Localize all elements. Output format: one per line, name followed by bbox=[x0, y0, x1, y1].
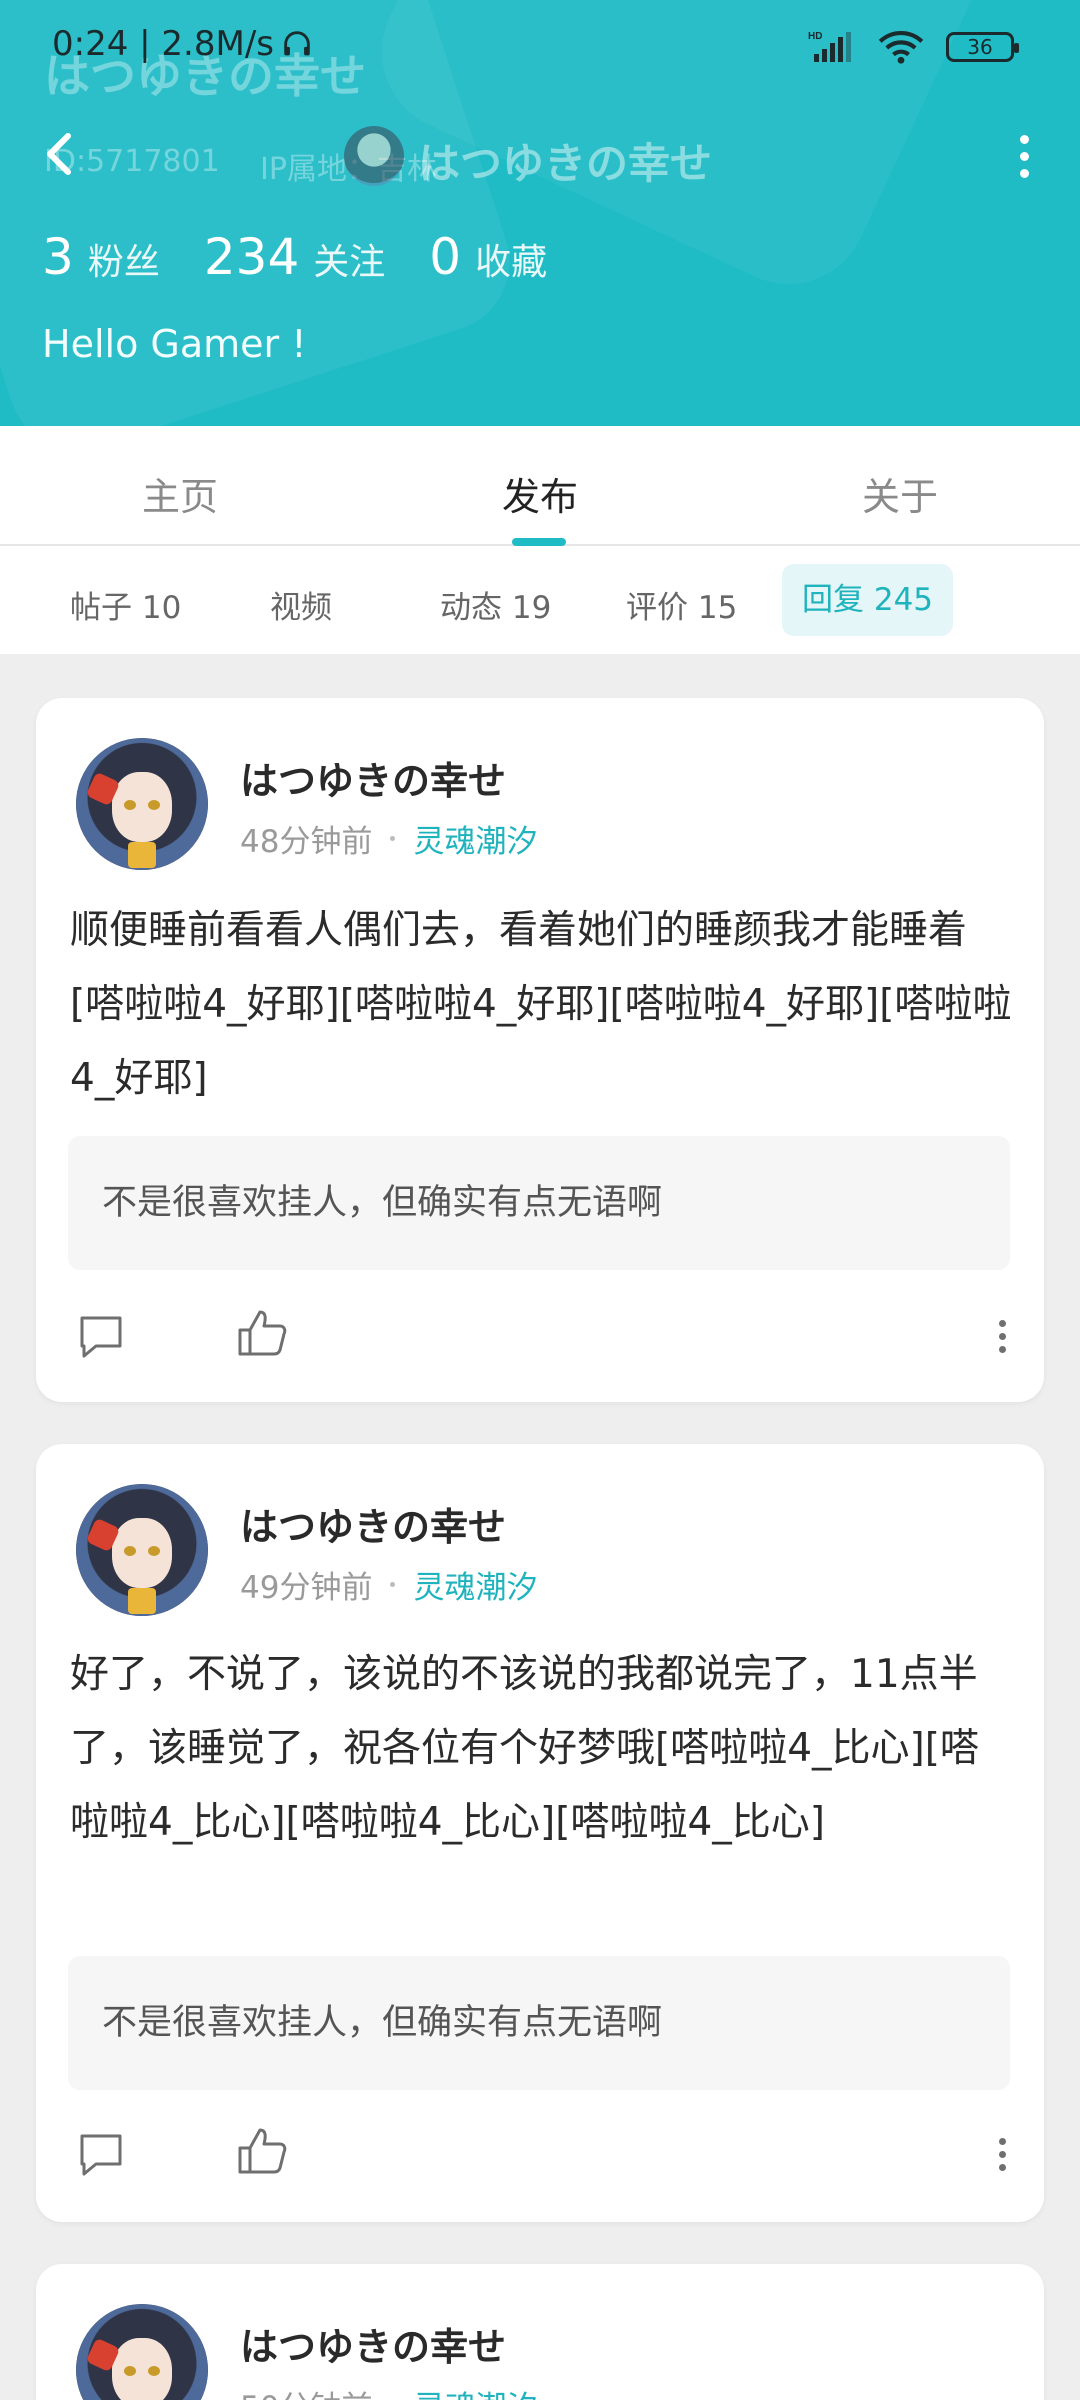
profile-header: はつゆきの幸せ ID:5717801 IP属地：吉林 0:24 | 2.8M/s… bbox=[0, 0, 1080, 426]
subtab-posts[interactable]: 帖子 10 bbox=[70, 582, 181, 627]
tab-posts[interactable]: 发布 bbox=[502, 466, 578, 521]
card-more-button[interactable] bbox=[992, 1308, 1012, 1364]
avatar-eye bbox=[124, 800, 136, 810]
avatar-face bbox=[112, 2338, 172, 2400]
more-dot bbox=[1019, 134, 1029, 144]
battery-icon: 36 bbox=[946, 32, 1019, 62]
favorites-label[interactable]: 收藏 bbox=[475, 233, 547, 285]
post-time: 49分钟前 bbox=[240, 1570, 373, 1606]
card-actions bbox=[36, 1302, 1044, 1372]
tab-about[interactable]: 关于 bbox=[862, 466, 938, 521]
main-tabs: 主页 发布 关于 bbox=[0, 426, 1080, 546]
more-dot bbox=[998, 1345, 1006, 1353]
post-meta: 49分钟前 灵魂潮汐 bbox=[240, 1562, 537, 1607]
avatar-face bbox=[112, 1518, 172, 1588]
status-time-speed: 0:24 | 2.8M/s bbox=[52, 24, 274, 64]
thumbs-up-icon[interactable] bbox=[236, 2124, 290, 2178]
username[interactable]: はつゆきの幸せ bbox=[240, 750, 506, 805]
profile-stats: 3 粉丝 234 关注 0 收藏 bbox=[42, 228, 591, 286]
reply-content: 好了，不说了，该说的不该说的我都说完了，11点半了，该睡觉了，祝各位有个好梦哦[… bbox=[70, 1652, 979, 1845]
more-dot bbox=[1019, 168, 1029, 178]
avatar-face bbox=[112, 772, 172, 842]
avatar-eye bbox=[148, 800, 160, 810]
following-label[interactable]: 关注 bbox=[313, 233, 385, 285]
reply-card[interactable]: はつゆきの幸せ 49分钟前 灵魂潮汐 好了，不说了，该说的不该说的我都说完了，1… bbox=[36, 1444, 1044, 2222]
quoted-comment[interactable]: 不是很喜欢挂人，但确实有点无语啊 bbox=[68, 1956, 1010, 2090]
meta-separator bbox=[390, 836, 396, 841]
game-link[interactable]: 灵魂潮汐 bbox=[413, 1562, 537, 1607]
subtab-replies[interactable]: 回复 245 bbox=[782, 564, 954, 636]
card-actions bbox=[36, 2120, 1044, 2190]
post-time: 50分钟前 bbox=[240, 2382, 372, 2400]
more-dot bbox=[998, 1332, 1006, 1340]
tab-active-indicator bbox=[512, 538, 566, 546]
avatar[interactable] bbox=[76, 1484, 208, 1616]
headphone-icon bbox=[284, 31, 310, 56]
svg-text:HD: HD bbox=[808, 31, 822, 42]
avatar-eye bbox=[148, 1546, 160, 1556]
tab-home[interactable]: 主页 bbox=[142, 466, 218, 521]
reply-content: 顺便睡前看看人偶们去，看着她们的睡颜我才能睡着[嗒啦啦4_好耶][嗒啦啦4_好耶… bbox=[70, 908, 1012, 1101]
status-indicators: HD 36 bbox=[808, 30, 1019, 64]
card-more-button[interactable] bbox=[992, 2126, 1012, 2182]
profile-bio: Hello Gamer ! bbox=[42, 322, 307, 366]
game-link[interactable]: 灵魂潮汐 bbox=[413, 816, 537, 861]
followers-count[interactable]: 3 bbox=[42, 228, 74, 286]
username[interactable]: はつゆきの幸せ bbox=[240, 2316, 506, 2371]
meta-separator bbox=[390, 1582, 396, 1587]
more-dot bbox=[998, 2137, 1006, 2145]
following-count[interactable]: 234 bbox=[204, 228, 299, 286]
followers-label[interactable]: 粉丝 bbox=[88, 233, 160, 285]
signal-icon: HD bbox=[808, 31, 851, 62]
subtab-reviews[interactable]: 评价 15 bbox=[626, 582, 737, 627]
avatar[interactable] bbox=[76, 2304, 208, 2400]
reply-card[interactable]: はつゆきの幸せ 48分钟前 灵魂潮汐 顺便睡前看看人偶们去，看着她们的睡颜我才能… bbox=[36, 698, 1044, 1402]
avatar-tie bbox=[128, 1588, 156, 1614]
subtab-videos[interactable]: 视频 bbox=[270, 582, 332, 627]
subtab-moments[interactable]: 动态 19 bbox=[440, 582, 551, 627]
nav-avatar bbox=[344, 126, 404, 186]
avatar[interactable] bbox=[76, 738, 208, 870]
more-dot bbox=[998, 1319, 1006, 1327]
avatar-eye bbox=[124, 2366, 136, 2376]
chevron-left-icon bbox=[47, 133, 71, 175]
post-meta: 48分钟前 灵魂潮汐 bbox=[240, 816, 537, 861]
reply-card[interactable]: はつゆきの幸せ 50分钟前 灵魂潮汐 bbox=[36, 2264, 1044, 2400]
sub-tabs: 帖子 10 视频 动态 19 评价 15 回复 245 bbox=[0, 546, 1080, 654]
avatar-eye bbox=[124, 1546, 136, 1556]
back-button[interactable] bbox=[38, 126, 82, 182]
thumbs-up-icon[interactable] bbox=[236, 1306, 290, 1360]
more-options-button[interactable] bbox=[1004, 128, 1044, 184]
game-link[interactable]: 灵魂潮汐 bbox=[413, 2382, 537, 2400]
quoted-comment[interactable]: 不是很喜欢挂人，但确实有点无语啊 bbox=[68, 1136, 1010, 1270]
post-meta: 50分钟前 灵魂潮汐 bbox=[240, 2382, 537, 2400]
avatar-eye bbox=[148, 2366, 160, 2376]
nav-title: はつゆきの幸せ bbox=[418, 139, 713, 188]
comment-icon[interactable] bbox=[76, 1312, 126, 1362]
more-dot bbox=[998, 2163, 1006, 2171]
comment-icon[interactable] bbox=[76, 2130, 126, 2180]
status-bar: 0:24 | 2.8M/s HD 36 bbox=[0, 0, 1080, 96]
battery-level: 36 bbox=[967, 35, 993, 59]
avatar-tie bbox=[128, 842, 156, 868]
favorites-count[interactable]: 0 bbox=[429, 228, 461, 286]
post-time: 48分钟前 bbox=[240, 824, 373, 860]
status-time: 0:24 | 2.8M/s bbox=[52, 24, 314, 64]
more-dot bbox=[998, 2150, 1006, 2158]
more-dot bbox=[1019, 151, 1029, 161]
username[interactable]: はつゆきの幸せ bbox=[240, 1496, 506, 1551]
wifi-icon bbox=[878, 31, 924, 64]
